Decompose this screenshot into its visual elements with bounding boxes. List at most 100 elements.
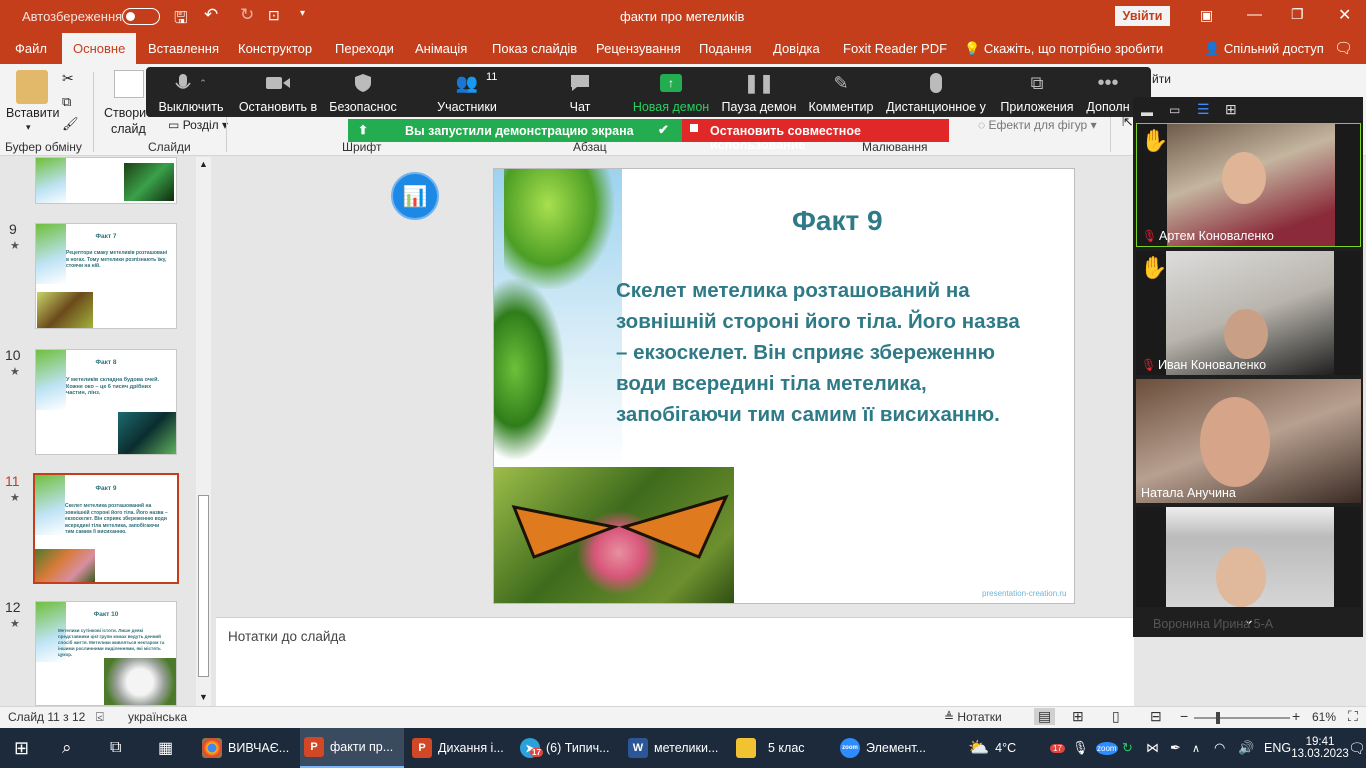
restore-icon[interactable]: ❐	[1291, 6, 1304, 23]
accessibility-icon[interactable]: ⍃	[96, 709, 104, 725]
zoom-slider[interactable]	[1194, 717, 1290, 719]
tab-review[interactable]: Рецензування	[588, 33, 689, 64]
taskbar-app-powerpoint[interactable]: P Дихання і...	[408, 728, 512, 768]
tell-me-search[interactable]: 💡 Скажіть, що потрібно зробити	[956, 33, 1171, 64]
notifications-icon[interactable]: 🗨	[1348, 728, 1366, 768]
input-language[interactable]: ENG	[1264, 728, 1291, 768]
slide-title[interactable]: Факт 9	[792, 205, 883, 237]
language-indicator[interactable]: українська	[128, 710, 187, 724]
tab-file[interactable]: Файл	[7, 33, 55, 64]
notes-toggle-button[interactable]: ≜ Нотатки	[944, 710, 1002, 724]
taskbar-app-zoom[interactable]: zoom Элемент...	[838, 728, 942, 768]
slide-body-text[interactable]: Скелет метелика розташований на зовнішні…	[616, 275, 1036, 430]
close-icon[interactable]: ✕	[1338, 5, 1351, 25]
save-icon[interactable]: 🖫	[174, 7, 188, 34]
video-tile[interactable]: Натала Анучина	[1136, 379, 1361, 503]
redo-icon[interactable]: ↻	[240, 5, 254, 25]
gallery-view-icon[interactable]: ⊞	[1225, 101, 1237, 118]
hide-video-icon[interactable]: ▭	[1169, 103, 1180, 117]
share-button[interactable]: 👤 Спільний доступ	[1196, 33, 1332, 64]
tray-app-icon[interactable]: 17	[1046, 728, 1065, 768]
tab-foxit[interactable]: Foxit Reader PDF	[835, 33, 955, 64]
slide-sorter-icon[interactable]: ⊞	[1072, 708, 1084, 725]
volume-icon[interactable]: 🔊	[1238, 728, 1254, 768]
clock[interactable]: 19:41 13.03.2023	[1291, 728, 1349, 768]
thumbnail-scrollbar[interactable]: ▲ ▼	[196, 157, 211, 706]
speaker-view-icon[interactable]: ☰	[1197, 101, 1210, 118]
microphone-icon[interactable]: 🎙	[1072, 728, 1089, 768]
security-button[interactable]: Безопаснос	[328, 67, 398, 117]
scroll-down-icon[interactable]: ▼	[199, 692, 208, 702]
comments-icon[interactable]: 🗨	[1326, 33, 1361, 64]
slide-thumbnail-selected[interactable]: Факт 9 Скелет метелика розташований на з…	[33, 473, 179, 584]
weather-widget[interactable]: ⛅ 4°C	[968, 728, 1016, 768]
tab-animations[interactable]: Анімація	[407, 33, 475, 64]
chat-button[interactable]: Чат	[550, 67, 610, 117]
taskbar-app-chrome[interactable]: ВИВЧАЄ...	[198, 728, 294, 768]
taskbar-app-folder[interactable]: 5 клас	[732, 728, 836, 768]
stop-share-button[interactable]: Остановить совместное использование	[682, 119, 949, 152]
slideshow-icon[interactable]: ⊟	[1150, 708, 1162, 725]
tab-home[interactable]: Основне	[62, 33, 137, 64]
paste-dropdown-icon[interactable]: ▾	[26, 122, 31, 133]
slide-thumbnail[interactable]	[35, 157, 177, 204]
apps-button[interactable]: ⧉ Приложения	[998, 67, 1076, 117]
more-button[interactable]: ••• Дополн	[1082, 67, 1134, 117]
signin-button[interactable]: Увійти	[1115, 6, 1170, 26]
slide-thumbnail[interactable]: Факт 10 Метелики сутінкові істоти. Лише …	[35, 601, 177, 706]
taskbar-app-telegram[interactable]: ➤ 17 (6) Типич...	[516, 728, 620, 768]
zoom-tray-icon[interactable]: zoom	[1096, 728, 1118, 768]
taskbar-app-powerpoint-active[interactable]: Pфакти пр...	[300, 728, 404, 768]
scroll-up-icon[interactable]: ▲	[199, 159, 208, 169]
shape-effects-button[interactable]: ◌ Ефекти для фігур ▾	[978, 118, 1097, 132]
autosave-toggle[interactable]	[122, 8, 160, 25]
copy-icon[interactable]: ⧉	[62, 94, 71, 110]
taskbar-app-word[interactable]: Wметелики...	[624, 728, 728, 768]
format-painter-icon[interactable]: 🖌	[62, 116, 79, 132]
video-tile[interactable]	[1136, 507, 1361, 607]
minimize-video-icon[interactable]: ▬	[1141, 105, 1153, 119]
slide-thumbnail[interactable]: Факт 8 У метеликів складна будова очей. …	[35, 349, 177, 455]
tab-transitions[interactable]: Переходи	[327, 33, 402, 64]
presenter-icon[interactable]: 📊	[391, 172, 439, 220]
present-icon[interactable]: ⊡	[268, 7, 280, 24]
tab-slideshow[interactable]: Показ слайдів	[484, 33, 585, 64]
zoom-level[interactable]: 61%	[1312, 710, 1336, 724]
remote-control-button[interactable]: Дистанционное у	[886, 67, 986, 117]
new-slide-icon[interactable]	[114, 70, 144, 98]
video-tile[interactable]: ✋ 🎙 Артем Коноваленко	[1136, 123, 1361, 247]
mute-button[interactable]: ⌃ Выключить	[152, 67, 230, 117]
task-view-icon[interactable]: ⧉	[110, 728, 121, 768]
pen-tray-icon[interactable]: ✒	[1170, 728, 1181, 768]
fit-to-window-icon[interactable]: ⛶	[1348, 708, 1358, 725]
search-icon[interactable]: ⌕	[62, 728, 72, 768]
sync-icon[interactable]: ↻	[1122, 728, 1133, 768]
tab-help[interactable]: Довідка	[765, 33, 828, 64]
scrollbar-thumb[interactable]	[198, 495, 209, 677]
notes-placeholder[interactable]: Нотатки до слайда	[228, 629, 346, 644]
pause-share-button[interactable]: ❚❚ Пауза демон	[720, 67, 798, 117]
participants-button[interactable]: 👥 11 Участники	[432, 67, 502, 117]
current-slide[interactable]: Факт 9 Скелет метелика розташований на з…	[493, 168, 1075, 604]
paste-label[interactable]: Вставити	[6, 106, 59, 120]
zoom-in-icon[interactable]: +	[1292, 708, 1300, 724]
slide-thumbnail[interactable]: Факт 7 Рецептори смаку метеликів розташо…	[35, 223, 177, 329]
ribbon-display-icon[interactable]: ▣	[1200, 7, 1213, 24]
tab-view[interactable]: Подання	[691, 33, 760, 64]
cut-icon[interactable]: ✂	[62, 70, 74, 87]
minimize-icon[interactable]: —	[1247, 6, 1262, 23]
notes-pane[interactable]: Нотатки до слайда	[216, 617, 1134, 706]
video-tile[interactable]: ✋ 🎙 Иван Коноваленко	[1136, 251, 1361, 375]
zoom-out-icon[interactable]: −	[1180, 708, 1188, 724]
wifi-icon[interactable]: ◠	[1214, 728, 1225, 768]
stop-video-button[interactable]: Остановить в	[238, 67, 318, 117]
normal-view-icon[interactable]: ▤	[1034, 708, 1056, 725]
new-slide-label-2[interactable]: слайд	[111, 122, 146, 136]
calculator-icon[interactable]: ▦	[158, 728, 173, 768]
zoom-slider-thumb[interactable]	[1216, 712, 1220, 724]
undo-icon[interactable]: ↶	[204, 5, 218, 25]
customize-qat-icon[interactable]: ▾	[300, 8, 305, 19]
tab-design[interactable]: Конструктор	[230, 33, 320, 64]
tab-insert[interactable]: Вставлення	[140, 33, 227, 64]
chevron-up-icon[interactable]: ∧	[1192, 728, 1200, 768]
